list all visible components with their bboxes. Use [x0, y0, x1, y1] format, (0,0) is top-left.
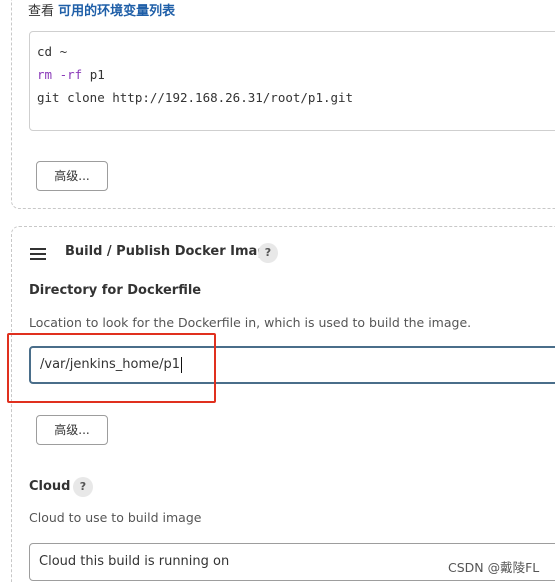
code-line-1: cd ~	[37, 44, 68, 59]
cloud-description: Cloud to use to build image	[29, 510, 202, 525]
code-flag: -rf	[52, 67, 83, 82]
cloud-label: Cloud	[29, 479, 71, 494]
watermark: CSDN @戴陵FL	[448, 557, 540, 576]
help-icon[interactable]: ?	[258, 243, 278, 263]
dockerfile-description: Location to look for the Dockerfile in, …	[29, 315, 472, 330]
dockerfile-label: Directory for Dockerfile	[29, 283, 202, 298]
advanced-button-shell[interactable]: 高级...	[36, 161, 108, 191]
code-keyword: rm	[37, 67, 53, 82]
drag-handle-icon[interactable]	[30, 248, 46, 260]
code-line-2: rm -rf p1	[37, 63, 555, 86]
code-line-3: git clone http://192.168.26.31/root/p1.g…	[37, 90, 354, 105]
shell-command-editor[interactable]: cd ~ rm -rf p1 git clone http://192.168.…	[29, 31, 555, 131]
code-arg: p1	[82, 67, 105, 82]
cloud-input-value: Cloud this build is running on	[39, 554, 230, 569]
cloud-help-icon[interactable]: ?	[73, 477, 93, 497]
docker-step-panel	[11, 226, 555, 582]
advanced-button-docker[interactable]: 高级...	[36, 415, 108, 445]
highlight-annotation-box	[7, 333, 216, 403]
docker-step-title: Build / Publish Docker Image	[65, 244, 276, 259]
